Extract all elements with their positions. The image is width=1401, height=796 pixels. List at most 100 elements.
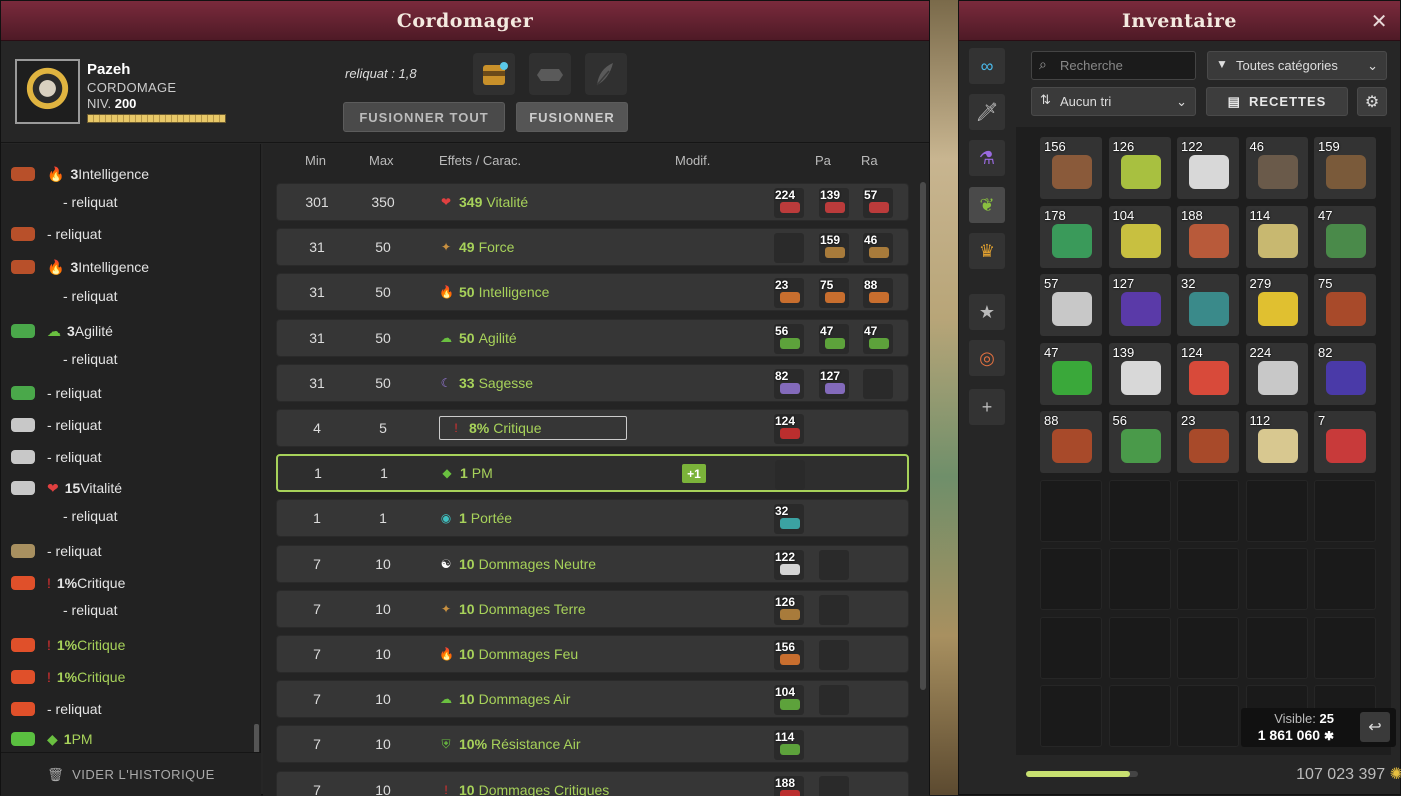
potion-slot[interactable]: [585, 53, 627, 95]
inventory-item[interactable]: 159: [1314, 137, 1376, 199]
clear-history-button[interactable]: 🗑 VIDER L'HISTORIQUE: [1, 752, 261, 796]
effect-row[interactable]: 4 5! 8% Critique 124: [276, 409, 909, 447]
inventory-tab[interactable]: ★: [969, 294, 1005, 330]
inventory-slot-empty[interactable]: [1108, 685, 1171, 747]
inventory-item[interactable]: 127: [1108, 274, 1171, 336]
history-scrollbar[interactable]: [254, 724, 259, 754]
rune-slot[interactable]: [774, 233, 804, 264]
rune-slot[interactable]: [819, 775, 849, 796]
category-select[interactable]: Toutes catégories ⌄: [1207, 51, 1387, 80]
rune-slot[interactable]: [819, 685, 849, 716]
inventory-tab[interactable]: ∞: [969, 48, 1005, 84]
rune-slot[interactable]: 32: [774, 504, 804, 535]
rune-slot[interactable]: 56: [774, 323, 804, 354]
rune-slot[interactable]: 104: [774, 685, 804, 716]
rune-slot[interactable]: 47: [819, 323, 849, 354]
inventory-item[interactable]: 57: [1040, 274, 1102, 336]
rune-slot[interactable]: 224: [774, 188, 804, 218]
rune-slot[interactable]: 23: [774, 278, 804, 309]
rune-slot[interactable]: 47: [863, 323, 893, 354]
rune-slot[interactable]: 114: [774, 730, 804, 761]
inventory-slot-empty[interactable]: [1245, 479, 1308, 542]
settings-button[interactable]: ⚙: [1357, 87, 1387, 116]
rune-slot[interactable]: 75: [819, 278, 849, 309]
rune-slot[interactable]: 126: [774, 594, 804, 625]
effect-row[interactable]: 7 10 ☯ 10 Dommages Neutre 122: [276, 544, 909, 583]
effect-row[interactable]: 7 10 ⛨ 10% Résistance Air 114: [276, 725, 909, 764]
inventory-item[interactable]: 47: [1040, 342, 1102, 405]
fuse-button[interactable]: FUSIONNER: [516, 102, 628, 132]
inventory-item[interactable]: 279: [1245, 274, 1308, 336]
search-input[interactable]: Recherche: [1031, 51, 1196, 80]
inventory-item[interactable]: 188: [1177, 205, 1239, 268]
rune-slot[interactable]: 139: [819, 188, 849, 218]
rune-slot[interactable]: [529, 53, 571, 95]
effect-row[interactable]: 31 50 ☾ 33 Sagesse 82 127: [276, 363, 909, 402]
effect-row[interactable]: 1 1 ◉ 1 Portée 32: [276, 499, 909, 538]
fuse-all-button[interactable]: FUSIONNER TOUT: [343, 102, 505, 132]
inventory-slot-empty[interactable]: [1314, 548, 1376, 610]
rune-slot[interactable]: 156: [774, 640, 804, 670]
recipes-button[interactable]: ▤ RECETTES: [1206, 87, 1348, 116]
inventory-item[interactable]: 224: [1245, 342, 1308, 405]
inventory-slot-empty[interactable]: [1108, 548, 1171, 610]
inventory-slot-empty[interactable]: [1108, 479, 1171, 542]
inventory-slot-empty[interactable]: [1177, 616, 1239, 679]
inventory-item[interactable]: 82: [1314, 342, 1376, 405]
rune-slot[interactable]: 124: [774, 414, 804, 444]
inventory-tab[interactable]: ◎: [969, 340, 1005, 376]
inventory-item[interactable]: 156: [1040, 137, 1102, 199]
inventory-slot-empty[interactable]: [1177, 685, 1239, 747]
inventory-item[interactable]: 114: [1245, 205, 1308, 268]
rune-slot[interactable]: 88: [863, 278, 893, 309]
effect-row[interactable]: 1 1 ◆ 1 PM +1: [276, 454, 909, 493]
rune-slot[interactable]: [819, 549, 849, 580]
inventory-item[interactable]: 112: [1245, 411, 1308, 473]
inventory-item[interactable]: 126: [1108, 137, 1171, 199]
back-button[interactable]: ↩: [1360, 712, 1390, 742]
inventory-item[interactable]: 104: [1108, 205, 1171, 268]
inventory-item[interactable]: 46: [1245, 137, 1308, 199]
rune-slot[interactable]: 159: [819, 233, 849, 264]
rune-slot[interactable]: 82: [774, 368, 804, 399]
inventory-slot-empty[interactable]: [1040, 685, 1102, 747]
rune-slot[interactable]: 127: [819, 368, 849, 399]
inventory-slot-empty[interactable]: [1040, 479, 1102, 542]
effect-row[interactable]: 301 350 ❤ 349 Vitalité 224 139 57: [276, 183, 909, 221]
inventory-slot-empty[interactable]: [1177, 548, 1239, 610]
rune-slot[interactable]: 46: [863, 233, 893, 264]
inventory-slot-empty[interactable]: [1314, 479, 1376, 542]
inventory-tab[interactable]: 🗡: [969, 94, 1005, 130]
inventory-item[interactable]: 7: [1314, 411, 1376, 473]
rune-slot[interactable]: [819, 640, 849, 670]
rune-slot[interactable]: 122: [774, 549, 804, 580]
inventory-item[interactable]: 124: [1177, 342, 1239, 405]
inventory-tab[interactable]: ♛: [969, 233, 1005, 269]
inventory-slot-empty[interactable]: [1040, 616, 1102, 679]
item-slot[interactable]: [473, 53, 515, 95]
effect-row[interactable]: 7 10 🔥 10 Dommages Feu 156: [276, 635, 909, 673]
inventory-item[interactable]: 32: [1177, 274, 1239, 336]
inventory-item[interactable]: 23: [1177, 411, 1239, 473]
inventory-slot-empty[interactable]: [1040, 548, 1102, 610]
effect-row[interactable]: 31 50 ✦ 49 Force 159 46: [276, 228, 909, 267]
inventory-item[interactable]: 178: [1040, 205, 1102, 268]
sort-select[interactable]: Aucun tri ⌄: [1031, 87, 1196, 116]
effect-row[interactable]: 7 10 ✦ 10 Dommages Terre 126: [276, 589, 909, 628]
rune-slot[interactable]: [819, 594, 849, 625]
inventory-tab[interactable]: +: [969, 389, 1005, 425]
inventory-slot-empty[interactable]: [1245, 616, 1308, 679]
table-scrollbar[interactable]: [920, 182, 926, 690]
effect-row[interactable]: 31 50 🔥 50 Intelligence 23 75 88: [276, 273, 909, 312]
inventory-item[interactable]: 75: [1314, 274, 1376, 336]
inventory-tab[interactable]: ⚗: [969, 140, 1005, 176]
rune-slot[interactable]: 57: [863, 188, 893, 218]
rune-slot[interactable]: 188: [774, 775, 804, 796]
rune-slot[interactable]: [775, 460, 805, 491]
inventory-item[interactable]: 56: [1108, 411, 1171, 473]
inventory-slot-empty[interactable]: [1108, 616, 1171, 679]
effect-row[interactable]: 7 10 ☁ 10 Dommages Air 104: [276, 680, 909, 719]
effect-row[interactable]: 7 10! 10 Dommages Critiques 188: [276, 770, 909, 796]
inventory-item[interactable]: 47: [1314, 205, 1376, 268]
inventory-item[interactable]: 139: [1108, 342, 1171, 405]
